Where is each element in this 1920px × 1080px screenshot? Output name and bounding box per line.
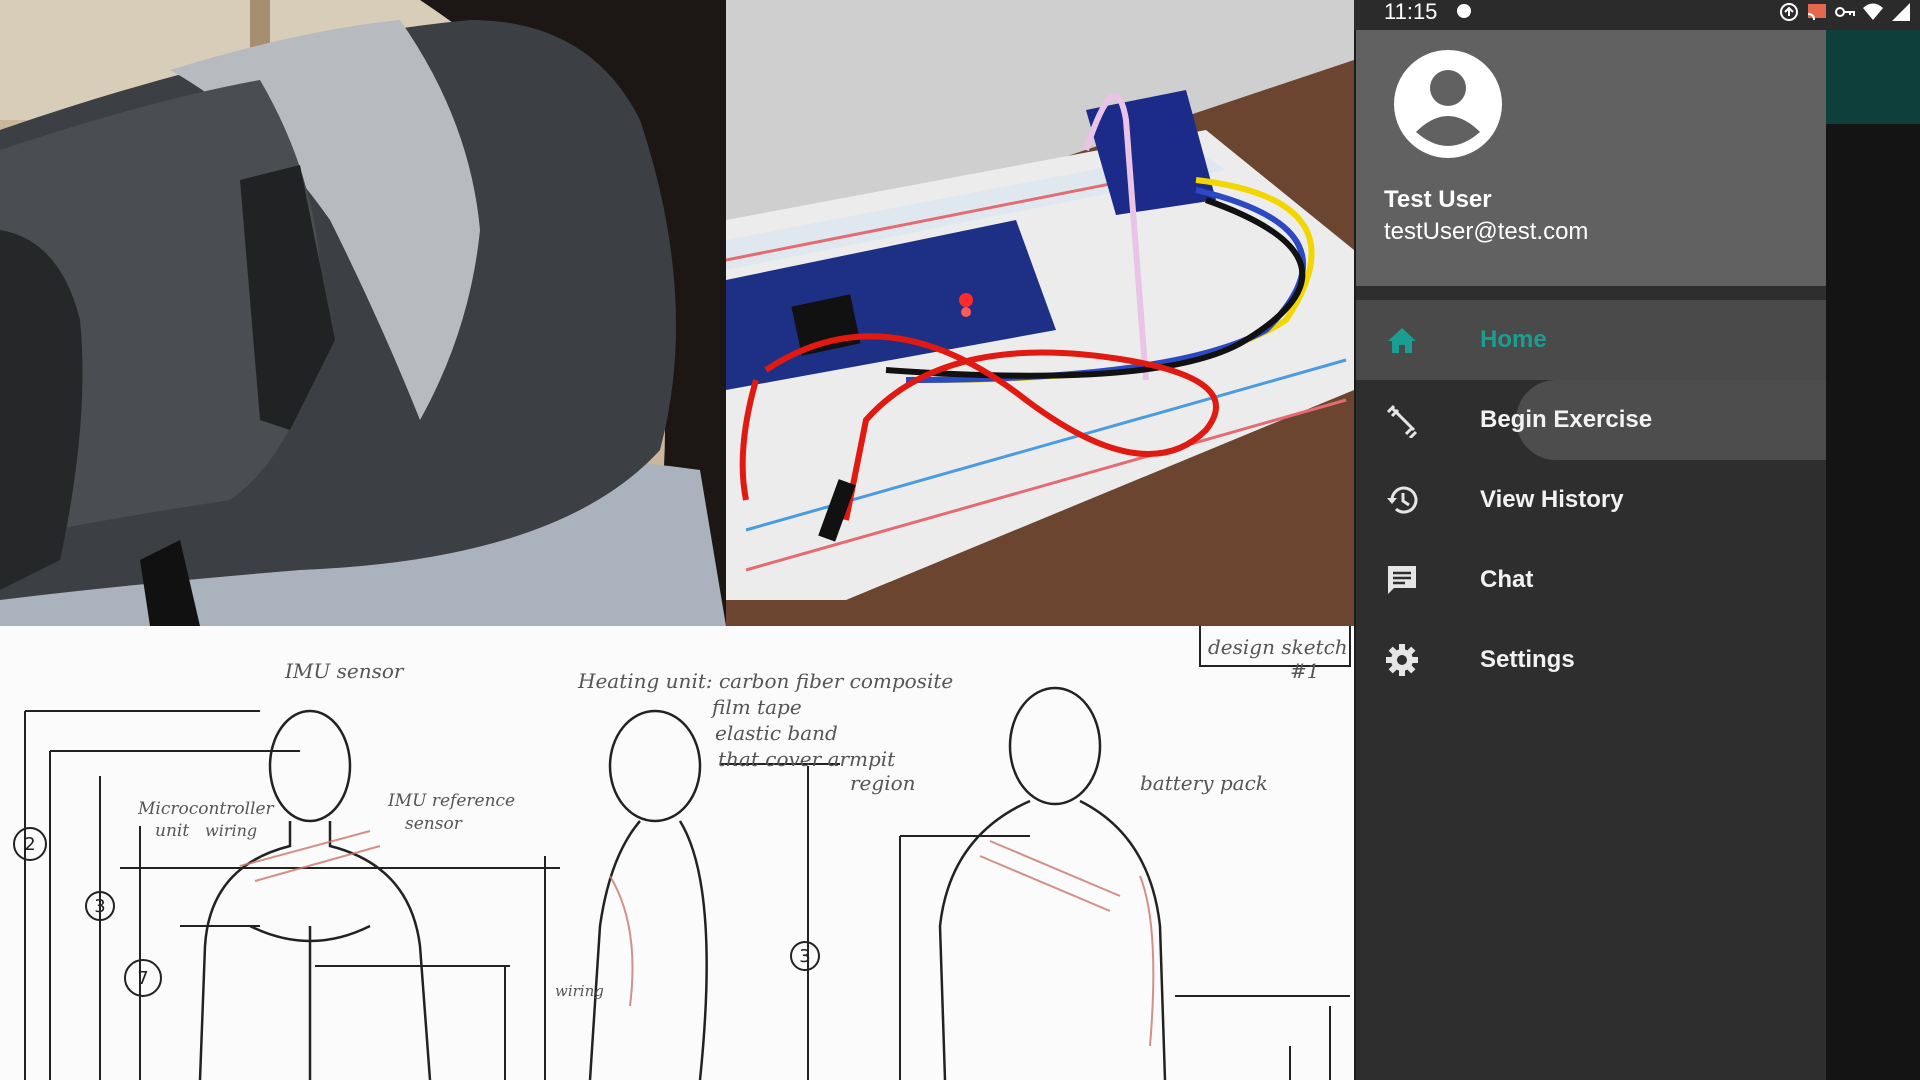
sketch-annotation: film tape xyxy=(710,695,802,719)
status-time: 11:15 xyxy=(1384,0,1438,24)
sketch-annotation: #1 xyxy=(1290,659,1319,683)
menu-item-label: View History xyxy=(1480,486,1624,513)
sketch-number: 7 xyxy=(137,968,148,989)
menu-item-label: Home xyxy=(1480,326,1547,353)
menu-item-label: Chat xyxy=(1480,566,1534,593)
sketch-annotation: Heating unit: carbon fiber composite xyxy=(577,669,953,693)
sketch-annotation: region xyxy=(850,771,916,795)
sleeve-photo-drawing xyxy=(0,0,726,626)
design-sketch-drawing: 2 3 7 3 IMU sensor Heating unit: carbon … xyxy=(0,626,1354,1080)
breadboard-photo-drawing xyxy=(726,0,1354,626)
sketch-number: 3 xyxy=(94,896,105,917)
sleeve-photo xyxy=(0,0,726,626)
sketch-annotation: Microcontroller xyxy=(137,799,275,819)
sketch-annotation: wiring xyxy=(555,982,604,1000)
user-name: Test User xyxy=(1384,186,1492,213)
navigation-drawer: Test User testUser@test.com Home Begin E… xyxy=(1356,30,1826,1080)
signal-icon xyxy=(1892,3,1910,21)
drawer-header: Test User testUser@test.com xyxy=(1356,30,1826,286)
sketch-annotation: design sketch xyxy=(1208,635,1348,659)
status-bar: 11:15 xyxy=(1354,0,1920,30)
sketch-annotation: that cover armpit xyxy=(718,747,896,771)
sync-icon xyxy=(1780,3,1798,21)
user-email: testUser@test.com xyxy=(1384,218,1589,245)
account-circle-icon[interactable] xyxy=(1394,50,1502,158)
wifi-icon xyxy=(1863,3,1883,20)
menu-item-label: Settings xyxy=(1480,646,1575,673)
notification-dot-icon xyxy=(1457,4,1471,18)
fitness-icon xyxy=(1386,404,1418,438)
sketch-annotation: IMU reference xyxy=(387,791,515,811)
status-icons xyxy=(1778,0,1912,24)
gear-icon xyxy=(1386,644,1418,676)
history-icon xyxy=(1387,486,1418,514)
menu-item-view-history[interactable]: View History xyxy=(1356,460,1826,540)
design-sketch: 2 3 7 3 IMU sensor Heating unit: carbon … xyxy=(0,626,1354,1080)
sketch-number: 2 xyxy=(24,834,35,855)
breadboard-photo xyxy=(726,0,1354,626)
sketch-annotation: battery pack xyxy=(1140,771,1268,795)
menu-item-label: Begin Exercise xyxy=(1480,406,1653,433)
sketch-annotation: IMU sensor xyxy=(284,659,405,683)
sketch-annotation: unit xyxy=(155,821,189,841)
menu-item-begin-exercise[interactable]: Begin Exercise xyxy=(1356,380,1826,460)
sketch-annotation: elastic band xyxy=(715,721,838,745)
sketch-number: 3 xyxy=(799,946,810,967)
chat-icon xyxy=(1388,566,1416,594)
menu-item-settings[interactable]: Settings xyxy=(1356,620,1826,700)
vpn-key-icon xyxy=(1835,7,1855,17)
home-icon xyxy=(1388,328,1416,353)
sketch-annotation: wiring xyxy=(205,821,257,840)
phone-screen: 11:15 Test User testUser@test.com Home B… xyxy=(1354,0,1920,1080)
menu-item-chat[interactable]: Chat xyxy=(1356,540,1826,620)
app-background xyxy=(1826,30,1920,1080)
app-toolbar xyxy=(1826,30,1920,124)
menu-item-home[interactable]: Home xyxy=(1356,300,1826,380)
cast-icon xyxy=(1807,4,1826,21)
sketch-annotation: sensor xyxy=(405,814,463,834)
